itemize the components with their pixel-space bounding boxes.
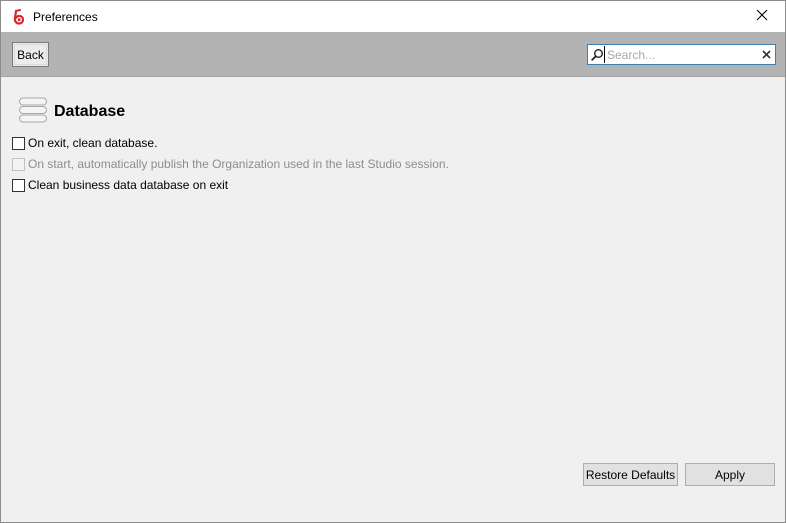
checkbox [12,157,25,171]
bonita-logo-icon [10,8,26,25]
option-auto-publish-organization: On start, automatically publish the Orga… [12,157,449,171]
clear-search-icon[interactable] [762,48,771,62]
option-label: On start, automatically publish the Orga… [28,157,449,171]
toolbar: Back [1,32,785,77]
search-input[interactable] [604,46,762,63]
page-title: Database [54,102,126,120]
window-title: Preferences [33,9,98,24]
checkbox[interactable] [12,178,25,192]
title-bar: Preferences [1,1,785,32]
apply-button[interactable]: Apply [685,463,775,486]
search-box[interactable] [587,44,776,65]
search-icon [591,48,604,62]
preferences-window: Preferences Back Search... Database On e… [0,0,786,523]
close-button[interactable] [739,1,785,32]
restore-defaults-button[interactable]: Restore Defaults [583,463,678,486]
database-icon [18,97,54,126]
back-button[interactable]: Back [12,42,49,67]
close-icon [756,9,768,24]
option-clean-db-on-exit[interactable]: On exit, clean database. [12,136,157,150]
option-label: Clean business data database on exit [28,178,229,192]
option-clean-business-data-on-exit[interactable]: Clean business data database on exit [12,178,228,192]
page-header: Database [18,97,125,126]
option-label: On exit, clean database. [28,136,158,150]
checkbox[interactable] [12,136,25,150]
